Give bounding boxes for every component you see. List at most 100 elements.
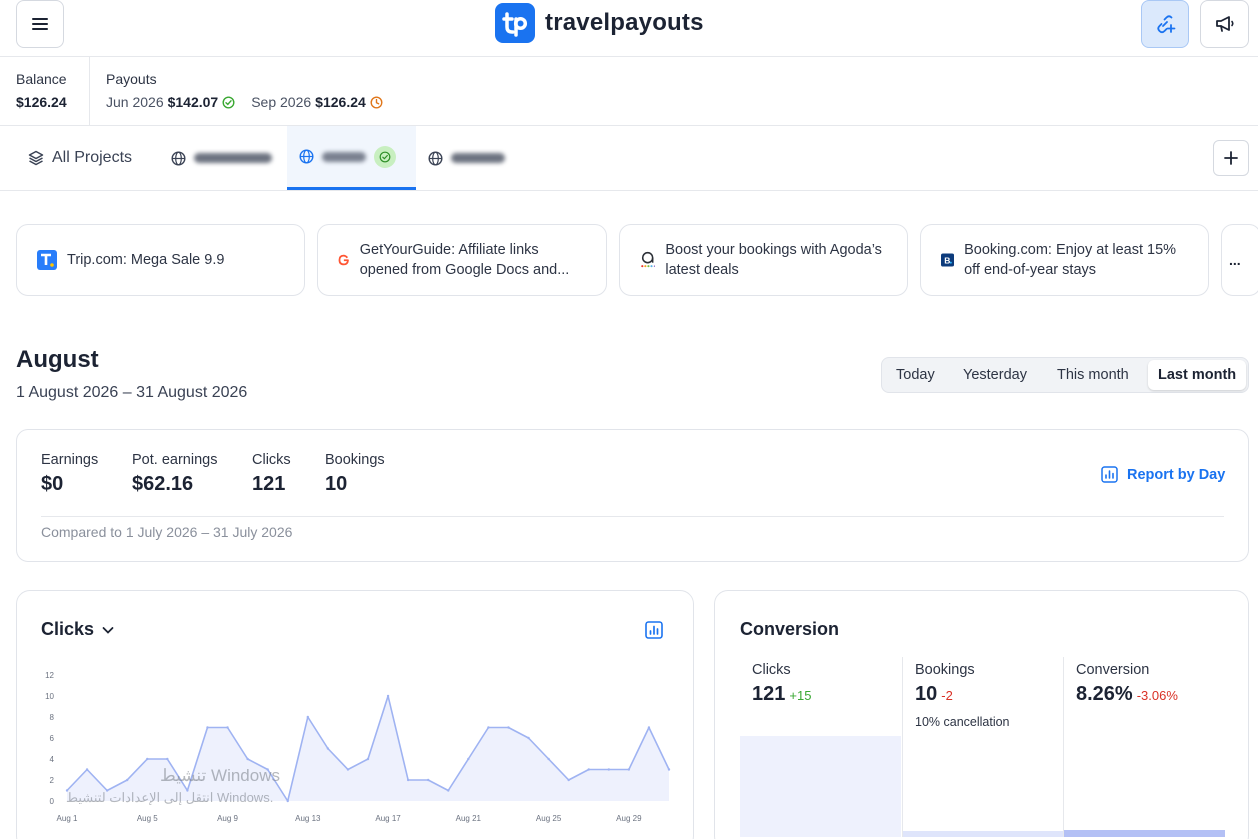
conversion-level-bar [903,830,1064,837]
divider [41,516,1224,517]
data-point [85,768,89,771]
clock-icon [370,95,383,109]
promo-text: Booking.com: Enjoy at least 15% off end-… [964,242,1177,278]
x-tick-label: Aug 21 [456,814,482,823]
promo-text: Trip.com: Mega Sale 9.9 [67,252,225,268]
bar-chart-icon [1101,466,1118,483]
date-range-selector: Today Yesterday This month Last month [881,357,1249,393]
getyourguide-logo [338,254,349,266]
divider [89,57,90,125]
promo-card[interactable]: B Booking.com: Enjoy at least 15% off en… [920,224,1209,296]
column-value: 10 [915,683,938,705]
metric-label: Bookings [325,452,385,468]
metric-label: Earnings [41,452,99,468]
x-tick-label: Aug 9 [217,814,238,823]
brand-logo-icon [495,3,535,43]
svg-text:B: B [944,255,950,265]
megaphone-icon [1215,16,1234,32]
y-tick-label: 12 [45,671,54,680]
conversion-level-bar [1064,829,1225,837]
x-tick-label: Aug 17 [375,814,401,823]
promo-text: Boost your bookings with Agoda’s latest … [665,242,882,278]
conversion-rate-column: Conversion 8.26% -3.06% [1063,657,1225,837]
x-tick-label: Aug 1 [57,814,78,823]
globe-icon [171,150,186,166]
column-label: Bookings [915,662,975,678]
data-point [427,778,430,782]
data-point [206,726,209,729]
data-point [667,768,671,771]
menu-button[interactable] [16,0,64,48]
redacted-project-name [194,153,272,163]
metric-value: $62.16 [132,473,194,495]
promo-card[interactable]: Trip.com: Mega Sale 9.9 [16,224,305,296]
data-point [286,799,289,803]
announcements-button[interactable] [1200,0,1249,48]
delta-badge: -2 [941,688,953,703]
column-label: Clicks [752,662,791,678]
data-point [306,715,309,719]
balance-value: $126.24 [16,94,67,110]
tab-project-2[interactable] [287,126,416,190]
more-promos-button[interactable]: ... [1221,224,1258,296]
delta-badge: -3.06% [1136,688,1178,703]
promo-text: GetYourGuide: Affiliate links opened fro… [359,242,570,278]
column-value: 8.26% [1076,683,1133,705]
payouts-label: Payouts [106,71,157,87]
report-link-label: Report by Day [1127,466,1226,483]
bookings-metric: Bookings 10 [325,452,385,496]
tripcom-logo [37,250,57,270]
data-point [487,726,490,729]
period-title: August [16,346,99,373]
column-value: 121 [752,683,786,705]
create-link-button[interactable] [1141,0,1189,48]
data-point [366,757,370,761]
data-point [467,757,470,761]
y-tick-label: 0 [50,797,55,806]
range-this-month-button[interactable]: This month [1057,360,1129,390]
metric-value: 10 [325,473,348,495]
data-point [406,778,410,782]
check-circle-icon [374,145,396,168]
redacted-project-name [322,151,366,162]
payout-period: Sep 2026 [251,94,312,110]
x-tick-label: Aug 25 [536,814,562,823]
summary-card: Earnings $0 Pot. earnings $62.16 Clicks … [16,429,1249,562]
comparison-note: Compared to 1 July 2026 – 31 July 2026 [41,524,293,540]
payouts-block[interactable]: Payouts Jun 2026 $142.07 Sep 2026 $126.2… [106,71,383,110]
range-today-button[interactable]: Today [896,360,935,390]
data-point [126,778,129,782]
column-label: Conversion [1076,662,1150,678]
data-point [567,778,570,782]
data-point [226,726,229,729]
project-tabs: All Projects [0,126,1258,191]
tab-label: All Projects [52,149,133,166]
range-last-month-button[interactable]: Last month [1148,360,1247,390]
data-point [547,757,550,761]
check-circle-icon [222,95,235,109]
report-by-day-link[interactable]: Report by Day [1101,466,1225,483]
metric-value: $0 [41,473,64,495]
metric-label: Clicks [252,452,291,468]
tab-all-projects[interactable]: All Projects [28,126,132,190]
payout-period: Jun 2026 [106,94,164,110]
promo-card[interactable]: GetYourGuide: Affiliate links opened fro… [317,224,607,296]
y-tick-label: 8 [50,713,55,722]
balance-label: Balance [16,71,67,87]
balance-bar: Balance $126.24 Payouts Jun 2026 $142.07… [0,57,1258,126]
promo-card[interactable]: Boost your bookings with Agoda’s latest … [619,224,908,296]
data-point [527,736,530,740]
data-point [647,726,651,729]
range-yesterday-button[interactable]: Yesterday [963,360,1027,390]
tab-project-1[interactable] [171,126,272,190]
conversion-bookings-column: Bookings 10 -2 10% cancellation [902,657,1064,837]
y-tick-label: 6 [50,734,55,743]
brand-logo[interactable]: travelpayouts [495,3,704,43]
conversion-clicks-column: Clicks 121 +15 [740,657,901,837]
data-point [607,768,610,771]
area-fill [67,696,669,801]
y-tick-label: 2 [50,776,55,785]
add-project-button[interactable] [1213,140,1249,176]
tab-project-3[interactable] [428,126,505,190]
data-point [627,768,631,771]
